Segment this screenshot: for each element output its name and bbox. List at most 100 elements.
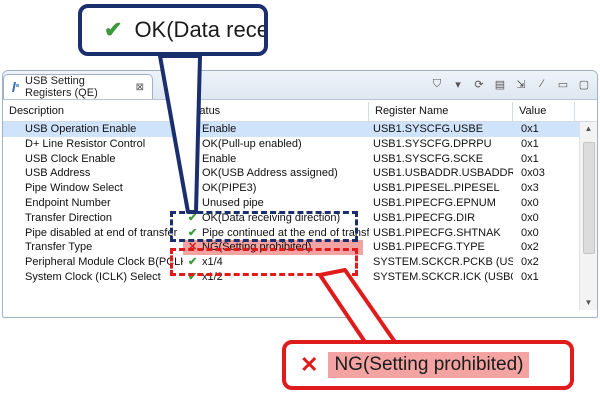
status-cell: ✔ Enable <box>183 122 369 137</box>
table-row[interactable]: D+ Line Resistor Control ✔ OK(Pull-up enab… <box>3 137 597 152</box>
value-cell: 0x2 <box>521 241 539 254</box>
description-cell: Endpoint Number <box>3 196 183 211</box>
description-cell: Peripheral Module Clock B(PCLK... <box>3 255 183 270</box>
register-name-cell: USB1.SYSCFG.SCKE <box>373 152 484 165</box>
register-name-cell: SYSTEM.SCKCR.ICK (USB0,U... <box>373 270 513 283</box>
value-cell: 0x03 <box>521 167 545 180</box>
status-text: Enable <box>202 123 237 135</box>
ok-check-icon: ✔ <box>188 167 198 180</box>
ok-check-icon: ✔ <box>188 182 198 195</box>
description-text: System Clock (ICLK) Select <box>25 270 161 283</box>
ok-check-icon: ✔ <box>188 152 198 165</box>
description-cell: USB Clock Enable <box>3 152 183 167</box>
view-tab-bar: USB Setting Registers (QE) ⊠ ⛉ ▾ ⟳ ▤ ⇲ ⁄ ▭ ▢ <box>3 71 597 100</box>
register-name-cell: USB1.SYSCFG.DPRPU <box>373 137 492 150</box>
status-cell: ✔ Unused pipe <box>183 196 369 211</box>
status-text: OK(Pull-up enabled) <box>202 137 302 150</box>
description-text: Pipe Window Select <box>25 182 123 195</box>
status-text: OK(USB Address assigned) <box>202 167 338 180</box>
description-text: D+ Line Resistor Control <box>25 137 146 150</box>
register-name-cell: USB1.USBADDR.USBADDR <box>373 167 513 180</box>
scroll-up-arrow-icon[interactable]: ▲ <box>580 122 597 136</box>
tab-close-icon[interactable]: ⊠ <box>136 82 144 93</box>
status-text: OK(PIPE3) <box>202 182 257 195</box>
description-cell: Transfer Type <box>3 240 183 255</box>
description-cell: Pipe disabled at end of transfer <box>3 226 183 241</box>
description-cell: System Clock (ICLK) Select <box>3 270 183 285</box>
register-name-cell: USB1.PIPESEL.PIPESEL <box>373 182 500 195</box>
status-cell: ✔ OK(Pull-up enabled) <box>183 137 369 152</box>
ok-check-icon: ✔ <box>188 196 198 209</box>
value-cell: 0x2 <box>521 256 539 269</box>
description-text: Transfer Type <box>25 241 93 254</box>
column-header-status[interactable]: Status <box>183 102 369 121</box>
ng-highlight-box <box>170 248 358 276</box>
scrollbar-thumb[interactable] <box>583 142 595 254</box>
description-text: USB Address <box>25 167 91 180</box>
column-header-value[interactable]: Value <box>513 102 575 121</box>
filter-icon[interactable]: ⛉ <box>430 77 444 91</box>
value-cell: 0x0 <box>521 226 539 239</box>
description-text: Peripheral Module Clock B(PCLK... <box>25 256 183 269</box>
value-cell: 0x0 <box>521 211 539 224</box>
table-row[interactable]: USB Clock Enable ✔ Enable USB1.SYSCFG.SCKE 0… <box>3 152 597 167</box>
usb-setting-registers-view: USB Setting Registers (QE) ⊠ ⛉ ▾ ⟳ ▤ ⇲ ⁄ ▭ ▢ De… <box>2 70 598 318</box>
table-row[interactable]: USB Operation Enable ✔ Enable USB1.SYSCFG.U… <box>3 122 597 137</box>
status-cell: ✔ OK(PIPE3) <box>183 181 369 196</box>
description-text: Pipe disabled at end of transfer <box>25 226 178 239</box>
ok-check-icon: ✔ <box>188 137 198 150</box>
view-tab[interactable]: USB Setting Registers (QE) ⊠ <box>3 74 153 99</box>
status-cell: ✔ OK(USB Address assigned) <box>183 166 369 181</box>
waveform-icon[interactable]: ⁄ <box>535 77 549 91</box>
dropdown-arrow-icon[interactable]: ▾ <box>451 77 465 91</box>
view-toolbar: ⛉ ▾ ⟳ ▤ ⇲ ⁄ ▭ ▢ <box>430 77 591 91</box>
description-cell: USB Operation Enable <box>3 122 183 137</box>
register-icon[interactable]: ▤ <box>493 77 507 91</box>
description-text: Transfer Direction <box>25 211 113 224</box>
ok-callout-text: OK(Data rece <box>134 17 268 42</box>
ng-cross-icon: ✕ <box>300 352 319 377</box>
description-cell: Pipe Window Select <box>3 181 183 196</box>
register-name-cell: USB1.PIPECFG.DIR <box>373 211 476 224</box>
ng-callout: ✕ NG(Setting prohibited) <box>282 340 574 390</box>
register-name-cell: USB1.PIPECFG.TYPE <box>373 241 485 254</box>
table-row[interactable]: Endpoint Number ✔ Unused pipe USB1.PIPECFG.… <box>3 196 597 211</box>
status-text: Enable <box>202 152 237 165</box>
ok-check-icon: ✔ <box>104 17 123 42</box>
value-cell: 0x0 <box>521 196 539 209</box>
description-cell: D+ Line Resistor Control <box>3 137 183 152</box>
value-cell: 0x1 <box>521 137 539 150</box>
column-header-register-name[interactable]: Register Name <box>369 102 513 121</box>
value-cell: 0x1 <box>521 123 539 135</box>
description-text: Endpoint Number <box>25 196 111 209</box>
vertical-scrollbar[interactable]: ▲ ▼ <box>579 122 597 310</box>
register-view-icon <box>10 81 20 93</box>
scroll-down-arrow-icon[interactable]: ▼ <box>580 296 597 310</box>
ok-check-icon: ✔ <box>188 123 198 135</box>
expand-icon[interactable]: ⇲ <box>514 77 528 91</box>
description-text: USB Clock Enable <box>25 152 116 165</box>
maximize-icon[interactable]: ▢ <box>577 77 591 91</box>
value-cell: 0x1 <box>521 152 539 165</box>
ng-callout-text: NG(Setting prohibited) <box>328 352 530 378</box>
value-cell: 0x1 <box>521 270 539 283</box>
minimize-icon[interactable]: ▭ <box>556 77 570 91</box>
register-name-cell: USB1.PIPECFG.EPNUM <box>373 196 496 209</box>
ok-callout: ✔ OK(Data rece <box>78 4 268 56</box>
ok-highlight-box <box>170 211 358 242</box>
description-text: USB Operation Enable <box>25 123 137 135</box>
refresh-icon[interactable]: ⟳ <box>472 77 486 91</box>
description-cell: Transfer Direction <box>3 211 183 226</box>
status-text: Unused pipe <box>202 196 264 209</box>
table-row[interactable]: Pipe Window Select ✔ OK(PIPE3) USB1.PIPESEL… <box>3 181 597 196</box>
value-cell: 0x3 <box>521 182 539 195</box>
status-cell: ✔ Enable <box>183 152 369 167</box>
column-header-description[interactable]: Description <box>3 102 183 121</box>
table-header: Description Status Register Name Value <box>3 102 597 122</box>
register-name-cell: USB1.PIPECFG.SHTNAK <box>373 226 501 239</box>
view-tab-title: USB Setting Registers (QE) <box>25 75 98 99</box>
description-cell: USB Address <box>3 166 183 181</box>
register-name-cell: USB1.SYSCFG.USBE <box>373 123 484 135</box>
table-row[interactable]: USB Address ✔ OK(USB Address assigned) USB1… <box>3 166 597 181</box>
register-name-cell: SYSTEM.SCKCR.PCKB (USB0,... <box>373 256 513 269</box>
